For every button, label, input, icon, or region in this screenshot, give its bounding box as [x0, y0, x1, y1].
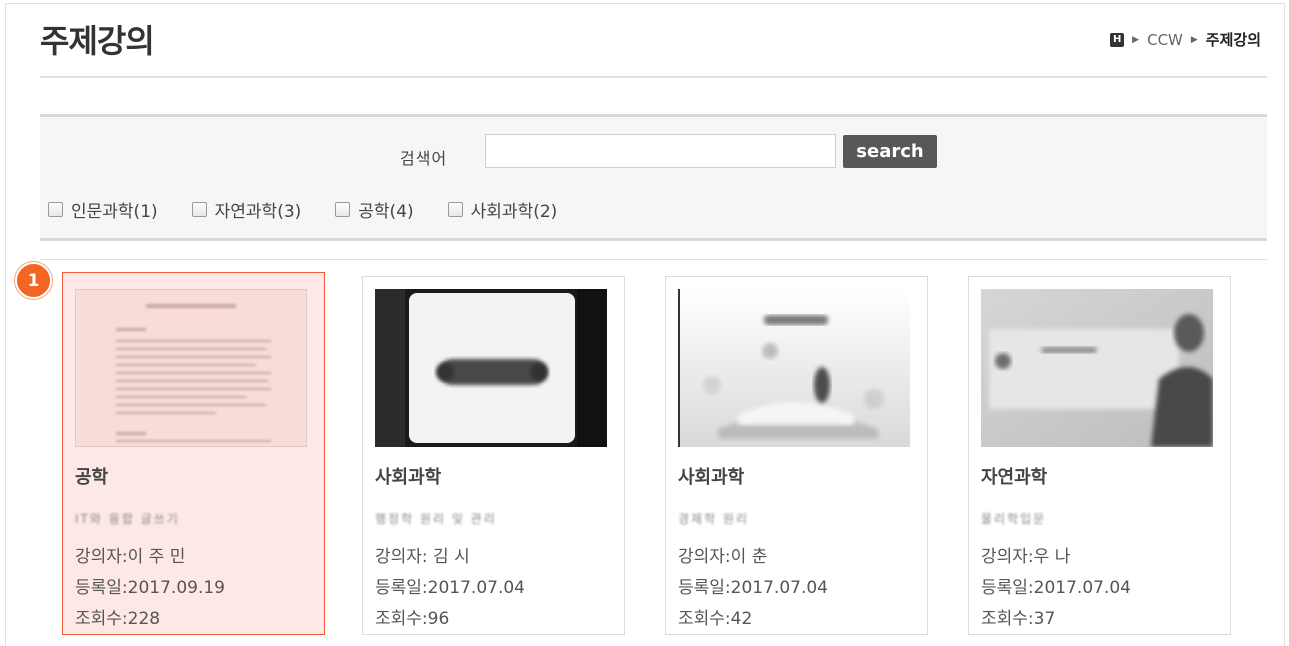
checkbox[interactable]	[191, 202, 207, 217]
breadcrumb: H ▶ CCW ▶ 주제강의	[1110, 29, 1261, 50]
card-title[interactable]: 경제학 원리	[678, 510, 749, 527]
chevron-right-icon: ▶	[1132, 34, 1140, 45]
chevron-right-icon: ▶	[1190, 34, 1198, 45]
search-button[interactable]: search	[843, 135, 937, 168]
title-divider	[40, 76, 1267, 78]
card-views: 조회수:96	[375, 609, 450, 629]
card-views: 조회수:228	[75, 609, 161, 629]
tablet-thumbnail-image	[375, 289, 607, 447]
lecture-thumbnail[interactable]	[75, 289, 307, 447]
card-date: 등록일:2017.07.04	[678, 578, 828, 598]
card-category: 사회과학	[678, 467, 745, 488]
card-date: 등록일:2017.09.19	[75, 578, 225, 598]
search-label: 검색어	[400, 149, 448, 168]
filter-label: 자연과학(3)	[214, 202, 302, 222]
card-title[interactable]: IT와 융합 글쓰기	[75, 510, 180, 527]
card-lecturer: 강의자:이 주 민	[75, 547, 186, 567]
lecture-card[interactable]: 공학 IT와 융합 글쓰기 강의자:이 주 민 등록일:2017.09.19 조…	[62, 272, 325, 635]
filter-social-science[interactable]: 사회과학(2)	[447, 197, 558, 222]
checkbox[interactable]	[447, 202, 463, 217]
search-input[interactable]	[485, 134, 836, 168]
card-category: 사회과학	[375, 467, 442, 488]
breadcrumb-item-current: 주제강의	[1205, 31, 1261, 49]
filter-label: 인문과학(1)	[71, 202, 158, 222]
lecture-card[interactable]: 자연과학 물리학입문 강의자:우 나 등록일:2017.07.04 조회수:37	[968, 276, 1231, 635]
page-title: 주제강의	[40, 22, 155, 60]
step-badge: 1	[15, 262, 52, 299]
card-category: 자연과학	[981, 467, 1048, 488]
list-divider	[40, 259, 1267, 260]
search-panel: 검색어 search 인문과학(1) 자연과학(3) 공학(4) 사회과학(2)	[40, 114, 1267, 241]
lecture-thumbnail[interactable]	[375, 289, 607, 447]
filter-engineering[interactable]: 공학(4)	[335, 197, 414, 222]
category-filters: 인문과학(1) 자연과학(3) 공학(4) 사회과학(2)	[48, 197, 557, 222]
home-icon[interactable]: H	[1110, 32, 1125, 47]
filter-label: 공학(4)	[358, 202, 414, 222]
breadcrumb-item-ccw[interactable]: CCW	[1147, 31, 1183, 49]
lecture-card[interactable]: 사회과학 경제학 원리 강의자:이 춘 등록일:2017.07.04 조회수:4…	[665, 276, 928, 635]
card-title[interactable]: 물리학입문	[981, 510, 1046, 527]
card-date: 등록일:2017.07.04	[981, 578, 1131, 598]
card-views: 조회수:37	[981, 609, 1056, 629]
book-thumbnail-image	[678, 289, 910, 447]
speaker-thumbnail-image	[981, 289, 1213, 447]
filter-humanities[interactable]: 인문과학(1)	[48, 197, 158, 222]
filter-label: 사회과학(2)	[470, 202, 558, 222]
card-views: 조회수:42	[678, 609, 753, 629]
card-category: 공학	[75, 467, 109, 488]
lecture-thumbnail[interactable]	[981, 289, 1213, 447]
checkbox[interactable]	[48, 202, 63, 217]
card-lecturer: 강의자: 김 시	[375, 547, 470, 567]
filter-natural-science[interactable]: 자연과학(3)	[191, 197, 302, 222]
checkbox[interactable]	[335, 202, 351, 217]
card-lecturer: 강의자:이 춘	[678, 547, 768, 567]
card-title[interactable]: 행정학 원리 및 관리	[375, 510, 497, 527]
lecture-thumbnail[interactable]	[678, 289, 910, 447]
card-date: 등록일:2017.07.04	[375, 578, 525, 598]
card-lecturer: 강의자:우 나	[981, 547, 1071, 567]
lecture-card[interactable]: 사회과학 행정학 원리 및 관리 강의자: 김 시 등록일:2017.07.04…	[362, 276, 625, 635]
document-thumbnail-image	[76, 290, 306, 446]
